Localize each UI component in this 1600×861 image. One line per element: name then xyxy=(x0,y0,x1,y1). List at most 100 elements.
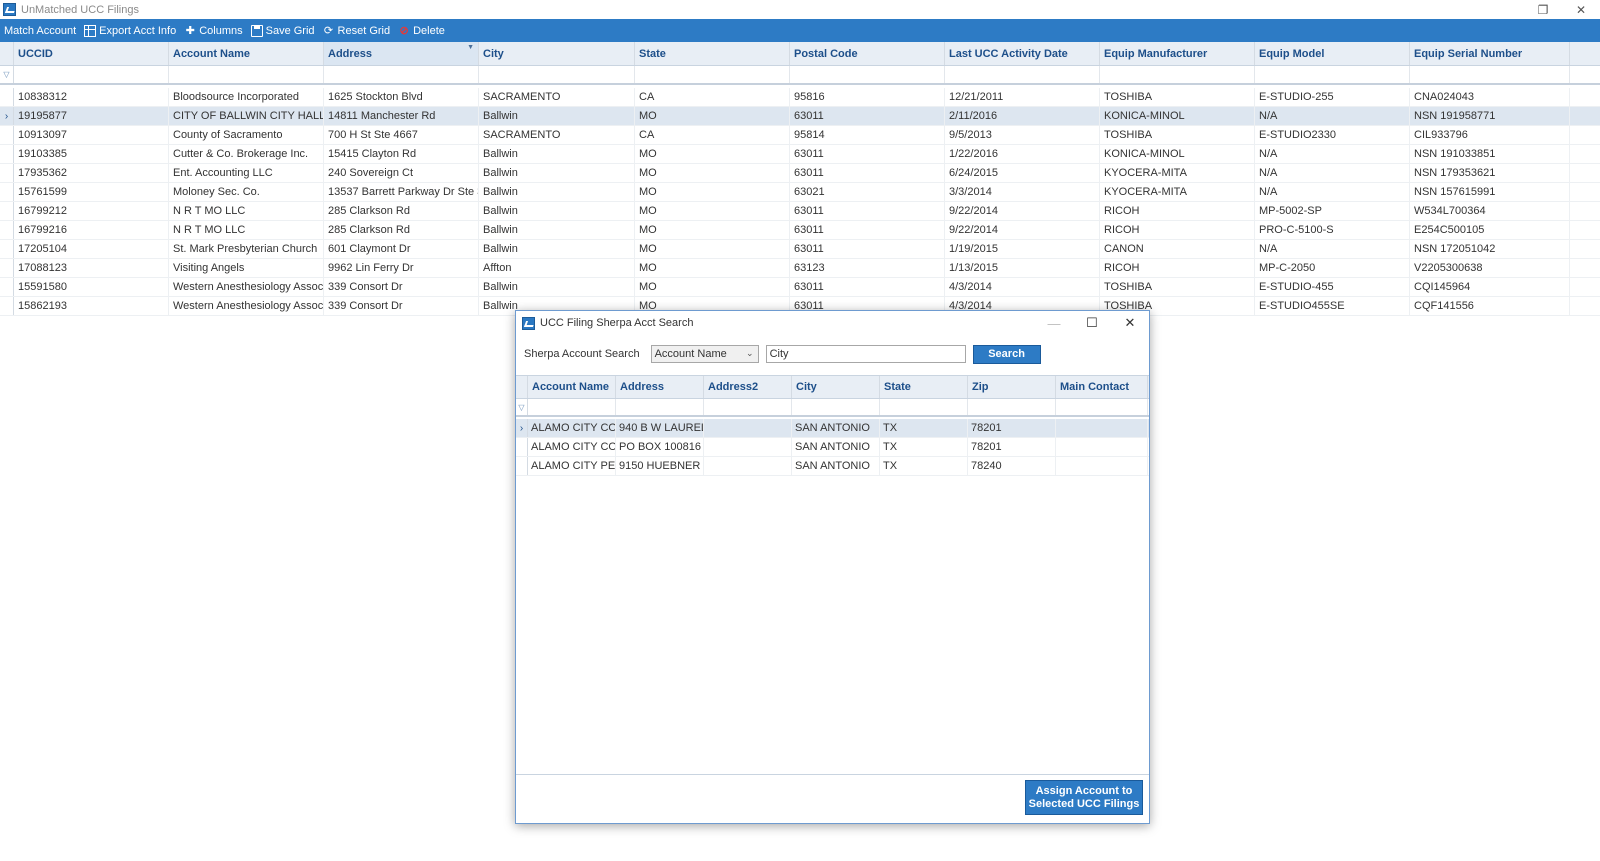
cell-account-name[interactable]: Visiting Angels xyxy=(169,259,324,277)
result-row-selector[interactable] xyxy=(516,438,528,456)
filter-input-serial[interactable] xyxy=(1410,66,1570,83)
dialog-title-bar[interactable]: UCC Filing Sherpa Acct Search — ☐ ✕ xyxy=(516,311,1149,335)
results-filter-address2[interactable] xyxy=(704,399,792,415)
cell-last-activity-date[interactable]: 3/3/2014 xyxy=(945,183,1100,201)
cell-address[interactable]: 700 H St Ste 4667 xyxy=(324,126,479,144)
results-filter-main-contact[interactable] xyxy=(1056,399,1148,415)
result-cell-address[interactable]: 940 B W LAUREL xyxy=(616,419,704,437)
cell-uccid[interactable]: 10838312 xyxy=(14,88,169,106)
cell-equip-manufacturer[interactable]: TOSHIBA xyxy=(1100,88,1255,106)
results-header-main-contact[interactable]: Main Contact xyxy=(1056,376,1148,398)
cell-equip-serial[interactable]: E254C500105 xyxy=(1410,221,1570,239)
result-cell-main-contact[interactable] xyxy=(1056,457,1148,475)
table-row[interactable]: 19103385 Cutter & Co. Brokerage Inc. 15415… xyxy=(0,145,1600,164)
table-row[interactable]: 10913097 County of Sacramento 700 H St Ste… xyxy=(0,126,1600,145)
cell-equip-model[interactable]: MP-5002-SP xyxy=(1255,202,1410,220)
cell-equip-model[interactable]: N/A xyxy=(1255,240,1410,258)
cell-equip-model[interactable]: N/A xyxy=(1255,107,1410,125)
cell-account-name[interactable]: CITY OF BALLWIN CITY HALL xyxy=(169,107,324,125)
filter-input-uccid[interactable] xyxy=(14,66,169,83)
cell-city[interactable]: Ballwin xyxy=(479,145,635,163)
cell-uccid[interactable]: 16799212 xyxy=(14,202,169,220)
filter-input-address[interactable] xyxy=(324,66,479,83)
result-cell-zip[interactable]: 78240 xyxy=(968,457,1056,475)
cell-equip-manufacturer[interactable]: KYOCERA-MITA xyxy=(1100,164,1255,182)
column-header-city[interactable]: City xyxy=(479,42,635,65)
result-cell-city[interactable]: SAN ANTONIO xyxy=(792,457,880,475)
cell-equip-manufacturer[interactable]: RICOH xyxy=(1100,259,1255,277)
row-selector[interactable] xyxy=(0,221,14,239)
cell-account-name[interactable]: St. Mark Presbyterian Church xyxy=(169,240,324,258)
cell-equip-model[interactable]: E-STUDIO-455 xyxy=(1255,278,1410,296)
cell-city[interactable]: Ballwin xyxy=(479,278,635,296)
result-cell-zip[interactable]: 78201 xyxy=(968,419,1056,437)
cell-address[interactable]: 285 Clarkson Rd xyxy=(324,221,479,239)
table-row[interactable]: 15761599 Moloney Sec. Co. 13537 Barrett Pa… xyxy=(0,183,1600,202)
columns-button[interactable]: ✚ Columns xyxy=(180,19,246,42)
cell-address[interactable]: 339 Consort Dr xyxy=(324,278,479,296)
cell-last-activity-date[interactable]: 9/22/2014 xyxy=(945,221,1100,239)
cell-equip-serial[interactable]: W534L700364 xyxy=(1410,202,1570,220)
cell-address[interactable]: 285 Clarkson Rd xyxy=(324,202,479,220)
cell-equip-serial[interactable]: CIL933796 xyxy=(1410,126,1570,144)
cell-equip-model[interactable]: E-STUDIO-255 xyxy=(1255,88,1410,106)
close-icon[interactable]: ✕ xyxy=(1562,0,1600,19)
row-selector[interactable]: › xyxy=(0,107,14,125)
column-header-equip-serial[interactable]: Equip Serial Number xyxy=(1410,42,1570,65)
result-cell-address[interactable]: 9150 HUEBNER xyxy=(616,457,704,475)
cell-uccid[interactable]: 15761599 xyxy=(14,183,169,201)
result-cell-zip[interactable]: 78201 xyxy=(968,438,1056,456)
cell-equip-model[interactable]: PRO-C-5100-S xyxy=(1255,221,1410,239)
result-cell-main-contact[interactable] xyxy=(1056,419,1148,437)
cell-equip-model[interactable]: N/A xyxy=(1255,183,1410,201)
cell-equip-model[interactable]: E-STUDIO455SE xyxy=(1255,297,1410,315)
cell-address[interactable]: 13537 Barrett Parkway Dr Ste 3 xyxy=(324,183,479,201)
cell-state[interactable]: MO xyxy=(635,145,790,163)
results-header-account-name[interactable]: Account Name xyxy=(528,376,616,398)
result-row[interactable]: › ALAMO CITY CO...940 B W LAUREL SAN ANTON… xyxy=(516,419,1149,438)
cell-city[interactable]: Ballwin xyxy=(479,240,635,258)
cell-postal-code[interactable]: 63021 xyxy=(790,183,945,201)
column-header-postal-code[interactable]: Postal Code xyxy=(790,42,945,65)
column-header-equip-manufacturer[interactable]: Equip Manufacturer xyxy=(1100,42,1255,65)
result-cell-address2[interactable] xyxy=(704,419,792,437)
result-cell-city[interactable]: SAN ANTONIO xyxy=(792,438,880,456)
results-header-zip[interactable]: Zip xyxy=(968,376,1056,398)
cell-city[interactable]: Ballwin xyxy=(479,221,635,239)
column-header-last-activity-date[interactable]: Last UCC Activity Date xyxy=(945,42,1100,65)
row-selector[interactable] xyxy=(0,240,14,258)
cell-equip-serial[interactable]: NSN 191958771 xyxy=(1410,107,1570,125)
minimize-icon[interactable]: — xyxy=(1035,311,1073,335)
cell-last-activity-date[interactable]: 1/19/2015 xyxy=(945,240,1100,258)
result-row[interactable]: ALAMO CITY CO...PO BOX 100816 SAN ANTONIO… xyxy=(516,438,1149,457)
result-row-selector[interactable] xyxy=(516,457,528,475)
reset-grid-button[interactable]: ⟳ Reset Grid xyxy=(319,19,395,42)
results-filter-state[interactable] xyxy=(880,399,968,415)
results-header-state[interactable]: State xyxy=(880,376,968,398)
table-row[interactable]: 16799212 N R T MO LLC 285 Clarkson Rd Ballw… xyxy=(0,202,1600,221)
cell-address[interactable]: 240 Sovereign Ct xyxy=(324,164,479,182)
cell-equip-model[interactable]: N/A xyxy=(1255,164,1410,182)
cell-account-name[interactable]: County of Sacramento xyxy=(169,126,324,144)
cell-last-activity-date[interactable]: 4/3/2014 xyxy=(945,278,1100,296)
cell-account-name[interactable]: Western Anesthesiology Assoc... xyxy=(169,278,324,296)
result-cell-address2[interactable] xyxy=(704,438,792,456)
cell-postal-code[interactable]: 63011 xyxy=(790,221,945,239)
cell-uccid[interactable]: 19103385 xyxy=(14,145,169,163)
search-field-select[interactable]: Account Name ⌄ xyxy=(650,345,759,363)
result-cell-account-name[interactable]: ALAMO CITY CO... xyxy=(528,419,616,437)
cell-equip-model[interactable]: MP-C-2050 xyxy=(1255,259,1410,277)
result-row[interactable]: ALAMO CITY PE... 9150 HUEBNER SAN ANTONIO T… xyxy=(516,457,1149,476)
results-header-city[interactable]: City xyxy=(792,376,880,398)
cell-equip-manufacturer[interactable]: RICOH xyxy=(1100,202,1255,220)
table-row[interactable]: 10838312 Bloodsource Incorporated 1625 Sto… xyxy=(0,88,1600,107)
cell-equip-serial[interactable]: CQF141556 xyxy=(1410,297,1570,315)
row-selector[interactable] xyxy=(0,126,14,144)
search-input[interactable]: City xyxy=(765,345,966,363)
results-header-address2[interactable]: Address2 xyxy=(704,376,792,398)
table-row[interactable]: 16799216 N R T MO LLC 285 Clarkson Rd Ballw… xyxy=(0,221,1600,240)
cell-state[interactable]: MO xyxy=(635,164,790,182)
cell-equip-manufacturer[interactable]: KYOCERA-MITA xyxy=(1100,183,1255,201)
cell-address[interactable]: 9962 Lin Ferry Dr xyxy=(324,259,479,277)
cell-account-name[interactable]: Cutter & Co. Brokerage Inc. xyxy=(169,145,324,163)
